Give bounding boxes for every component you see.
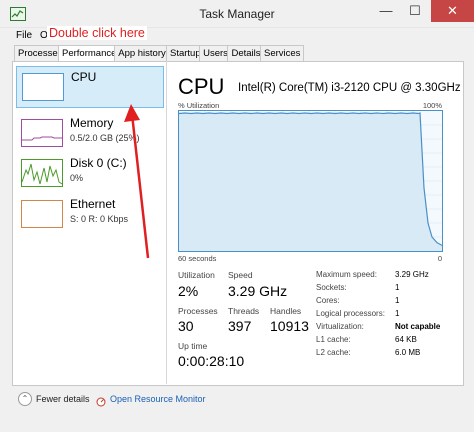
- annotation-arrow: [124, 104, 150, 259]
